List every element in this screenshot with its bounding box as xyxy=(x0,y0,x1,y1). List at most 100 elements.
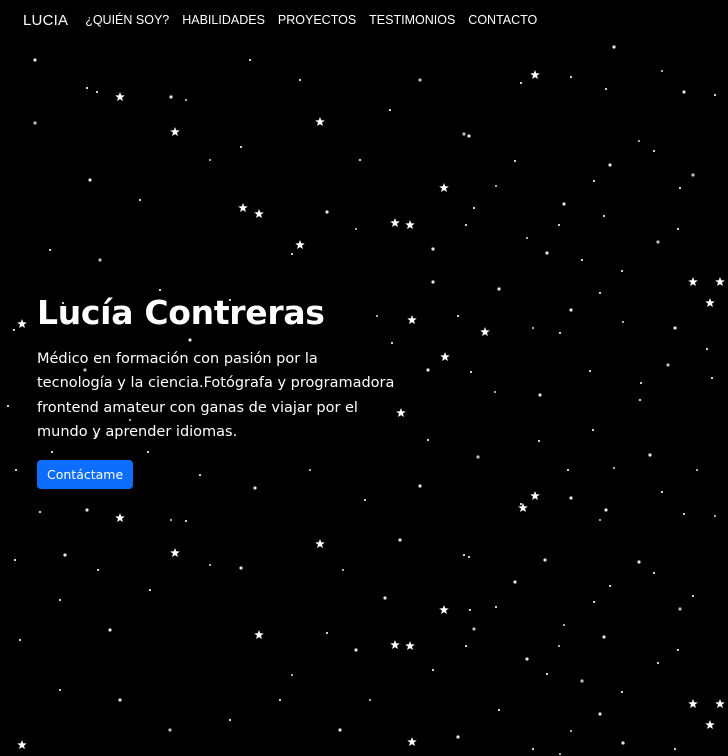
nav-link-habilidades[interactable]: HABILIDADES xyxy=(182,13,265,27)
star-dot xyxy=(48,248,52,252)
star-dot xyxy=(608,163,612,167)
star-icon xyxy=(115,513,125,523)
star-dot xyxy=(531,326,535,330)
star-dot xyxy=(426,368,430,372)
star-dot xyxy=(566,468,570,472)
star-dot xyxy=(637,139,641,143)
star-dot xyxy=(383,596,387,600)
star-dot xyxy=(290,673,294,677)
star-dot xyxy=(208,158,212,162)
star-dot xyxy=(456,314,460,318)
star-dot xyxy=(569,729,573,733)
star-dot xyxy=(497,708,501,712)
star-icon xyxy=(115,92,125,102)
star-dot xyxy=(18,638,22,642)
star-dot xyxy=(228,718,232,722)
star-dot xyxy=(602,214,606,218)
star-dot xyxy=(398,538,402,542)
star-dot xyxy=(325,631,329,635)
star-icon xyxy=(518,503,528,513)
star-dot xyxy=(472,206,476,210)
star-icon xyxy=(295,240,305,250)
star-dot xyxy=(652,149,656,153)
star-dot xyxy=(354,227,358,231)
star-dot xyxy=(591,428,595,432)
star-dot xyxy=(660,69,664,73)
star-icon xyxy=(315,117,325,127)
star-dot xyxy=(537,439,541,443)
star-dot xyxy=(682,512,686,516)
star-dot xyxy=(95,90,99,94)
star-dot xyxy=(678,607,682,611)
star-dot xyxy=(660,490,664,494)
star-dot xyxy=(85,508,89,512)
star-dot xyxy=(580,679,584,683)
star-icon xyxy=(396,408,406,418)
star-dot xyxy=(637,560,641,564)
star-dot xyxy=(58,688,62,692)
star-dot xyxy=(598,291,602,295)
nav-link-testimonios[interactable]: TESTIMONIOS xyxy=(369,13,455,27)
star-icon xyxy=(405,220,415,230)
star-dot xyxy=(531,747,535,751)
star-dot xyxy=(85,86,89,90)
star-dot xyxy=(543,558,547,562)
star-dot xyxy=(678,186,682,190)
star-dot xyxy=(468,608,472,612)
star-dot xyxy=(467,555,471,559)
star-dot xyxy=(562,623,566,627)
star-icon xyxy=(17,319,27,329)
star-dot xyxy=(476,455,480,459)
star-dot xyxy=(14,468,18,472)
star-dot xyxy=(497,287,501,291)
star-dot xyxy=(592,179,596,183)
star-dot xyxy=(493,390,497,394)
star-dot xyxy=(338,728,342,732)
contact-button[interactable]: Contáctame xyxy=(37,459,134,489)
star-dot xyxy=(620,269,624,273)
star-dot xyxy=(691,594,695,598)
star-dot xyxy=(558,331,562,335)
star-dot xyxy=(33,121,37,125)
star-dot xyxy=(148,588,152,592)
star-dot xyxy=(494,605,498,609)
brand-logo[interactable]: LUCIA xyxy=(23,12,68,29)
star-dot xyxy=(604,508,608,512)
star-dot xyxy=(426,438,430,442)
star-dot xyxy=(513,159,517,163)
star-dot xyxy=(88,178,92,182)
hero-description: Médico en formación con pasión por la te… xyxy=(37,350,395,441)
star-dot xyxy=(418,78,422,82)
nav-link-proyectos[interactable]: PROYECTOS xyxy=(278,13,356,27)
star-dot xyxy=(598,712,602,716)
nav-link-quien-soy[interactable]: ¿QUIÉN SOY? xyxy=(85,13,169,27)
nav-link-contacto[interactable]: CONTACTO xyxy=(468,13,537,27)
star-dot xyxy=(38,510,42,514)
star-icon xyxy=(254,630,264,640)
star-dot xyxy=(710,376,714,380)
star-icon xyxy=(238,203,248,213)
star-dot xyxy=(118,698,122,702)
star-dot xyxy=(239,145,243,149)
star-dot xyxy=(169,95,173,99)
star-dot xyxy=(673,747,677,751)
star-dot xyxy=(598,518,602,522)
star-dot xyxy=(519,502,523,506)
star-icon xyxy=(705,298,715,308)
star-dot xyxy=(638,398,642,402)
navbar: LUCIA ¿QUIÉN SOY? HABILIDADES PROYECTOS … xyxy=(0,0,728,40)
star-dot xyxy=(612,45,616,49)
nav-links: ¿QUIÉN SOY? HABILIDADES PROYECTOS TESTIM… xyxy=(85,13,537,27)
star-dot xyxy=(676,648,680,652)
star-dot xyxy=(472,627,476,631)
star-icon xyxy=(170,548,180,558)
star-dot xyxy=(676,227,680,231)
star-dot xyxy=(462,553,466,557)
hero-title: Lucía Contreras xyxy=(37,293,325,332)
star-icon xyxy=(439,183,449,193)
star-dot xyxy=(648,453,652,457)
star-dot xyxy=(358,158,362,162)
star-dot xyxy=(33,58,37,62)
star-dot xyxy=(431,280,435,284)
star-icon xyxy=(530,491,540,501)
